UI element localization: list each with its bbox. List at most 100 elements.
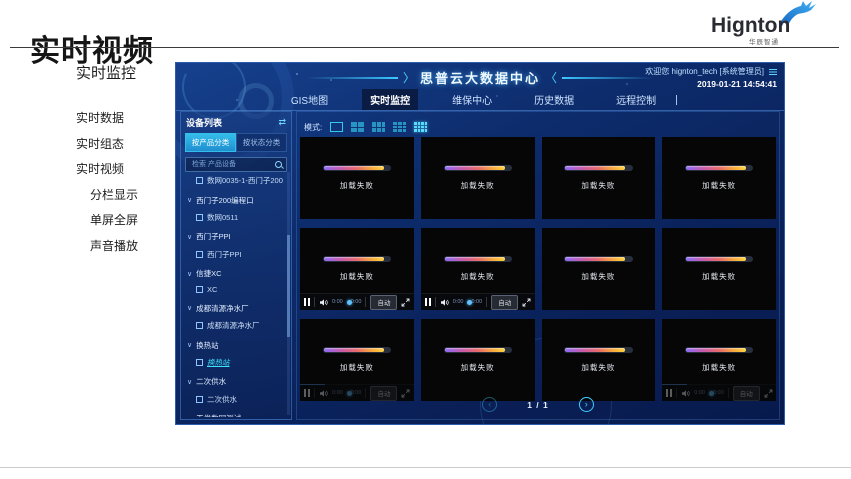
device-tag-icon [196,177,203,184]
video-cell[interactable]: 加载失败0:000:00自动 [300,319,414,401]
video-cell[interactable]: 加载失败 [662,228,776,310]
sidebar-item[interactable]: 声音播放 [90,237,174,256]
sidebar-item[interactable]: 单屏全屏 [90,211,174,230]
sidebar-item[interactable]: 分栏显示 [90,186,174,205]
welcome-text[interactable]: 欢迎您 hignton_tech [系统管理员] [645,66,764,77]
mode-icon-cell [398,126,402,129]
device-label: 换热站 [196,340,219,351]
device-tree-group[interactable]: ∨成都清源净水厂 [181,300,287,317]
device-label: 王俊数网测试 [196,413,241,417]
device-tree-child[interactable]: 数网0035-1-西门子200 [181,172,287,189]
auto-button[interactable]: 自动 [370,295,397,310]
menu-icon[interactable] [769,69,777,70]
video-controls-bar[interactable]: 0:000:00自动 [421,293,535,310]
device-tree-group[interactable]: ∨ 换热站 [181,336,287,353]
user-area: 欢迎您 hignton_tech [系统管理员] 2019-01-21 14:5… [645,66,777,89]
loading-bar-fill [324,348,384,352]
video-cell[interactable]: 加载失败 [542,228,656,310]
video-cell[interactable]: 加载失败0:000:00自动 [300,228,414,310]
prev-page-button[interactable]: ‹ [482,397,497,412]
time-elapsed: 0:00 [332,299,343,305]
video-cell[interactable]: 加载失败 [542,137,656,219]
video-cell[interactable]: 加载失败 [542,319,656,401]
search-icon[interactable] [275,161,282,168]
pause-button[interactable] [425,298,431,306]
cell-status-text: 加载失败 [340,271,374,282]
device-tree-child[interactable]: 西门子PPI [181,246,287,263]
video-cell[interactable]: 加载失败0:000:00自动 [421,228,535,310]
device-tree-group[interactable]: ∨ 西门子200编程口 [181,191,287,208]
device-label: 数网0035-1-西门子200 [207,175,283,186]
controls-divider [435,297,436,307]
device-tree-child[interactable]: 二次供水 [181,391,287,408]
device-label: 成都清源净水厂 [207,320,260,331]
device-search [185,157,287,172]
device-tree-group[interactable]: ∨ 信捷XC [181,265,287,282]
layout-mode-1-icon[interactable] [330,122,343,132]
volume-icon[interactable] [319,298,328,307]
pagination: ‹ 1 / 1 › [297,397,779,412]
device-tree-child[interactable]: 成都清源净水厂 [181,317,287,334]
pause-button[interactable] [304,389,310,397]
chevron-down-icon[interactable]: ∨ [187,415,192,417]
device-tree-child[interactable]: 换热站 [181,354,287,371]
sidebar-item[interactable]: 实时数据 [76,109,174,128]
layout-mode-12-icon[interactable] [414,122,427,132]
device-tree-group[interactable]: ∨西门子PPI [181,228,287,245]
cell-status-text: 加载失败 [461,362,495,373]
nav-tab[interactable]: GIS地图 [283,89,336,110]
page-indicator: 1 / 1 [527,400,549,410]
device-label: 信捷XC [196,268,221,279]
slider-knob[interactable] [347,300,352,305]
collapse-panel-icon[interactable]: ⇄ [278,117,286,128]
mode-label: 模式: [304,122,322,133]
sidebar-item[interactable]: 实时组态 [76,135,174,154]
nav-tab[interactable]: 远程控制 [608,89,664,110]
fullscreen-icon[interactable] [401,298,410,307]
chevron-down-icon[interactable]: ∨ [187,378,192,386]
chevron-down-icon[interactable]: ∨ [187,270,192,278]
pause-button[interactable] [304,298,310,306]
device-panel-tab[interactable]: 按产品分类 [185,133,236,152]
panel-scrollbar[interactable] [287,172,290,415]
auto-button[interactable]: 自动 [491,295,518,310]
device-tree-child[interactable]: 数网0511 [181,209,287,226]
chevron-down-icon[interactable]: ∨ [187,304,192,312]
controls-divider [486,297,487,307]
video-cell[interactable]: 加载失败 [662,137,776,219]
nav-tab[interactable]: 实时监控 [362,89,418,110]
video-cell[interactable]: 加载失败 [300,137,414,219]
device-label: 西门子200编程口 [196,195,254,206]
device-panel-tab[interactable]: 按状态分类 [236,133,287,152]
mode-icon-cell [425,126,428,129]
video-cell[interactable]: 加载失败 [421,137,535,219]
layout-mode-9-icon[interactable] [393,122,406,132]
device-label: 二次供水 [196,376,226,387]
chevron-down-icon[interactable]: ∨ [187,341,192,349]
sidebar-heading[interactable]: 实时监控 [76,62,174,83]
device-tree-group[interactable]: ∨ 二次供水 [181,373,287,390]
device-tree-group[interactable]: ∨ 王俊数网测试 [181,410,287,417]
layout-mode-4-icon[interactable] [351,122,364,132]
video-controls-bar[interactable]: 0:000:00自动 [300,293,414,310]
pause-button[interactable] [666,389,672,397]
volume-icon[interactable] [440,298,449,307]
slider-knob[interactable] [347,391,352,396]
cell-status-text: 加载失败 [581,180,615,191]
chevron-down-icon[interactable]: ∨ [187,196,192,204]
nav-tab[interactable]: 维保中心 [444,89,500,110]
fullscreen-icon[interactable] [522,298,531,307]
nav-tab[interactable]: 历史数据 [526,89,582,110]
video-cell[interactable]: 加载失败 [421,319,535,401]
slider-knob[interactable] [709,391,714,396]
chevron-down-icon[interactable]: ∨ [187,233,192,241]
device-search-input[interactable] [190,160,275,169]
sidebar-item[interactable]: 实时视频 [76,160,174,179]
video-cell[interactable]: 加载失败0:000:00自动 [662,319,776,401]
mode-icon-cell [414,122,417,125]
device-tree-child[interactable]: XC [181,282,287,297]
scrollbar-thumb[interactable] [287,235,290,337]
layout-mode-6-icon[interactable] [372,122,385,132]
mode-icon-cell [393,126,397,129]
next-page-button[interactable]: › [579,397,594,412]
